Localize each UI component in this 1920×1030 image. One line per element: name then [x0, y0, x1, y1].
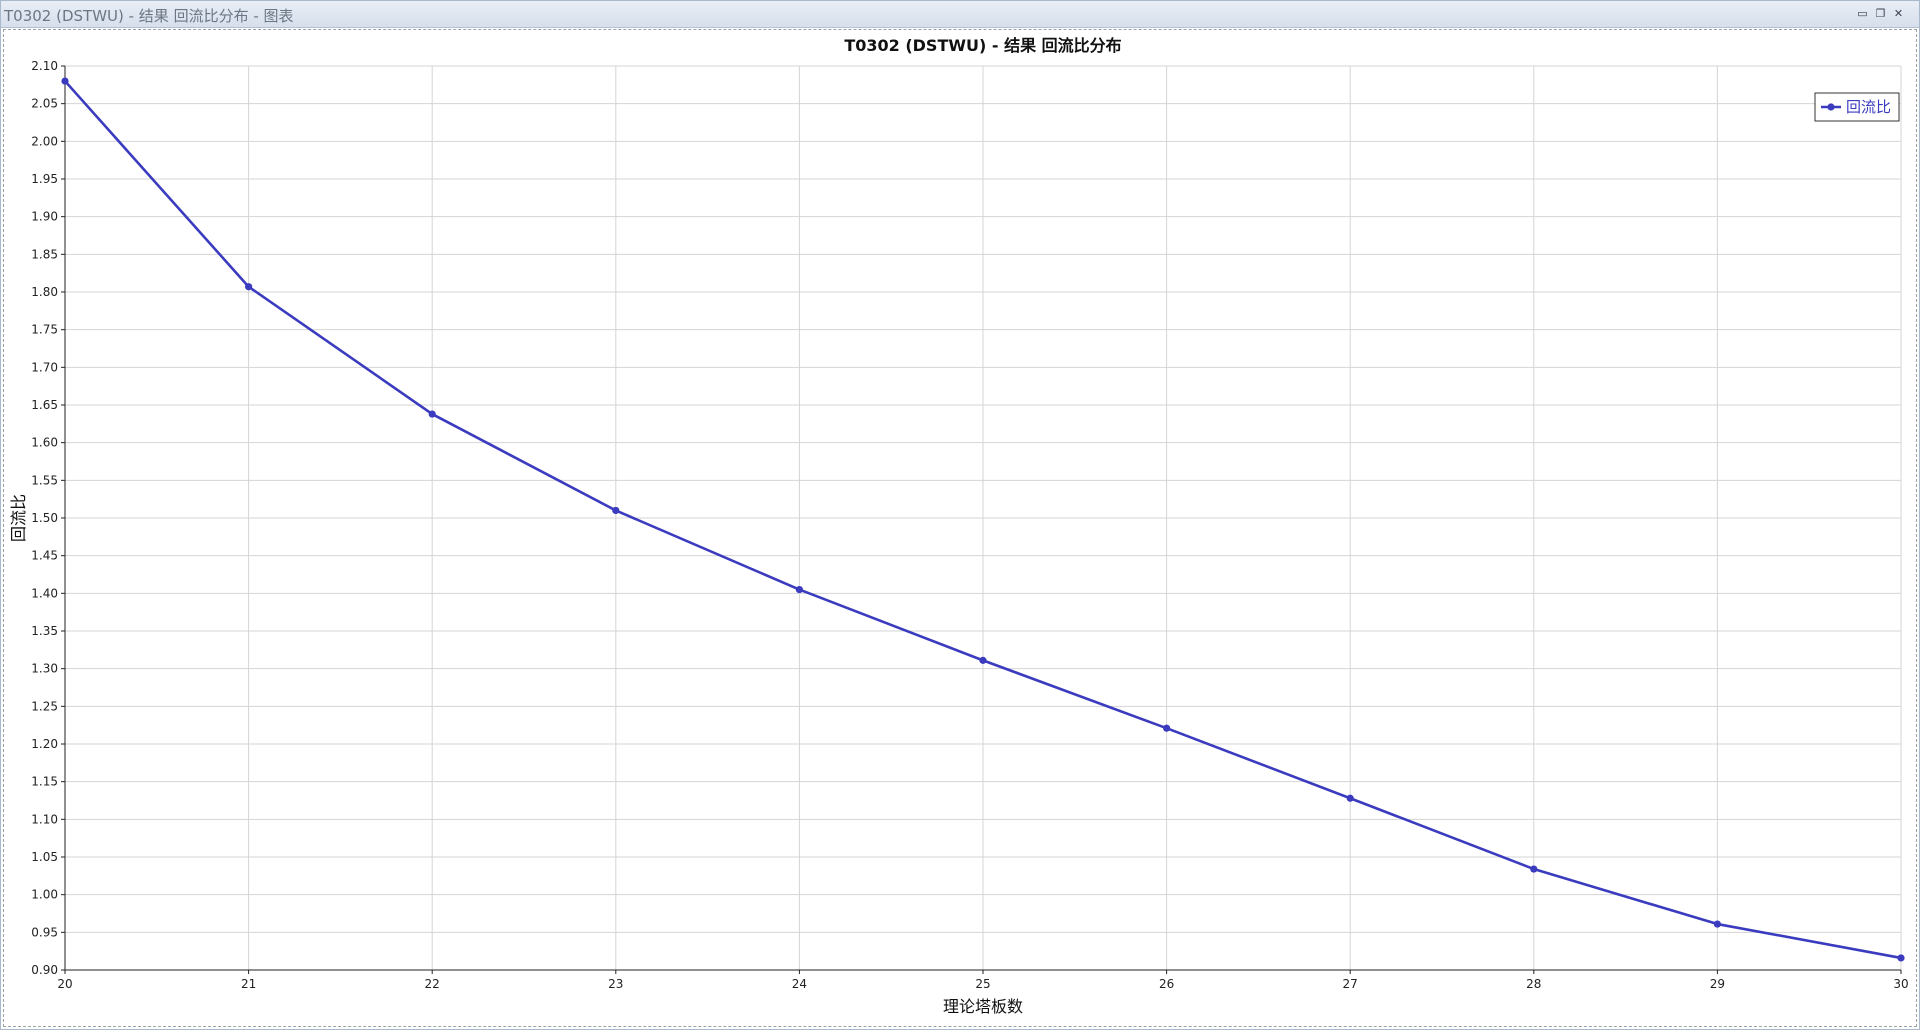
x-tick-label: 30	[1893, 977, 1908, 991]
data-point[interactable]	[1713, 920, 1721, 928]
y-tick-label: 2.00	[31, 134, 58, 148]
y-tick-label: 0.95	[31, 925, 58, 939]
y-tick-label: 2.10	[31, 59, 58, 73]
y-tick-label: 1.25	[31, 699, 58, 713]
y-tick-label: 1.50	[31, 511, 58, 525]
data-point[interactable]	[1346, 794, 1354, 802]
data-point[interactable]	[612, 506, 620, 515]
x-tick-label: 20	[57, 977, 72, 991]
x-tick-label: 26	[1159, 977, 1174, 991]
line-chart[interactable]: 20 21 22 23 24 25 26 27 28 29 30 0.90 0.95 1.00 1.05 1.…	[4, 30, 1916, 1026]
y-tick-label: 1.45	[31, 549, 58, 563]
window-titlebar[interactable]: T0302 (DSTWU) - 结果 回流比分布 - 图表 ▭ ❐ ✕	[1, 1, 1919, 28]
y-tick-label: 1.85	[31, 247, 58, 261]
y-tick-label: 1.65	[31, 398, 58, 412]
chart-window: T0302 (DSTWU) - 结果 回流比分布 - 图表 ▭ ❐ ✕ 20 21…	[0, 0, 1920, 1030]
y-tick-label: 2.05	[31, 97, 58, 111]
y-tick-label: 1.70	[31, 360, 58, 374]
x-tick-label: 29	[1710, 977, 1725, 991]
y-tick-label: 1.30	[31, 662, 58, 676]
y-tick-label: 1.55	[31, 473, 58, 487]
data-point[interactable]	[245, 283, 253, 291]
y-tick-label: 1.60	[31, 436, 58, 450]
close-icon[interactable]: ✕	[1892, 7, 1905, 20]
data-point[interactable]	[61, 77, 69, 85]
restore-icon[interactable]: ❐	[1874, 7, 1887, 20]
x-tick-label: 21	[241, 977, 256, 991]
x-axis-title: 理论塔板数	[943, 997, 1023, 1016]
data-point[interactable]	[1163, 724, 1171, 732]
data-point[interactable]	[979, 656, 987, 664]
y-tick-label: 1.40	[31, 586, 58, 600]
y-tick-label: 1.35	[31, 624, 58, 638]
y-tick-label: 1.90	[31, 210, 58, 224]
y-tick-label: 1.05	[31, 850, 58, 864]
y-tick-label: 1.75	[31, 323, 58, 337]
data-point[interactable]	[795, 585, 804, 594]
legend-marker-swatch	[1827, 103, 1835, 111]
window-title: T0302 (DSTWU) - 结果 回流比分布 - 图表	[4, 7, 294, 25]
x-tick-label: 28	[1526, 977, 1541, 991]
x-tick-label: 25	[975, 977, 990, 991]
y-tick-label: 1.20	[31, 737, 58, 751]
data-point[interactable]	[428, 410, 436, 418]
x-tick-label: 22	[425, 977, 440, 991]
x-tick-label: 24	[792, 977, 807, 991]
y-tick-label: 1.00	[31, 888, 58, 902]
chart-area[interactable]: 20 21 22 23 24 25 26 27 28 29 30 0.90 0.95 1.00 1.05 1.…	[3, 29, 1917, 1027]
y-tick-label: 1.10	[31, 812, 58, 826]
x-tick-label: 27	[1343, 977, 1358, 991]
chart-title: T0302 (DSTWU) - 结果 回流比分布	[844, 36, 1121, 55]
data-point[interactable]	[1897, 954, 1905, 962]
x-tick-label: 23	[608, 977, 623, 991]
legend-label: 回流比	[1846, 98, 1891, 116]
y-tick-label: 0.90	[31, 963, 58, 977]
data-point[interactable]	[1530, 865, 1538, 873]
y-tick-label: 1.15	[31, 775, 58, 789]
y-tick-label: 1.80	[31, 285, 58, 299]
y-axis-title: 回流比	[9, 494, 28, 542]
y-tick-label: 1.95	[31, 172, 58, 186]
minimize-icon[interactable]: ▭	[1856, 7, 1869, 20]
